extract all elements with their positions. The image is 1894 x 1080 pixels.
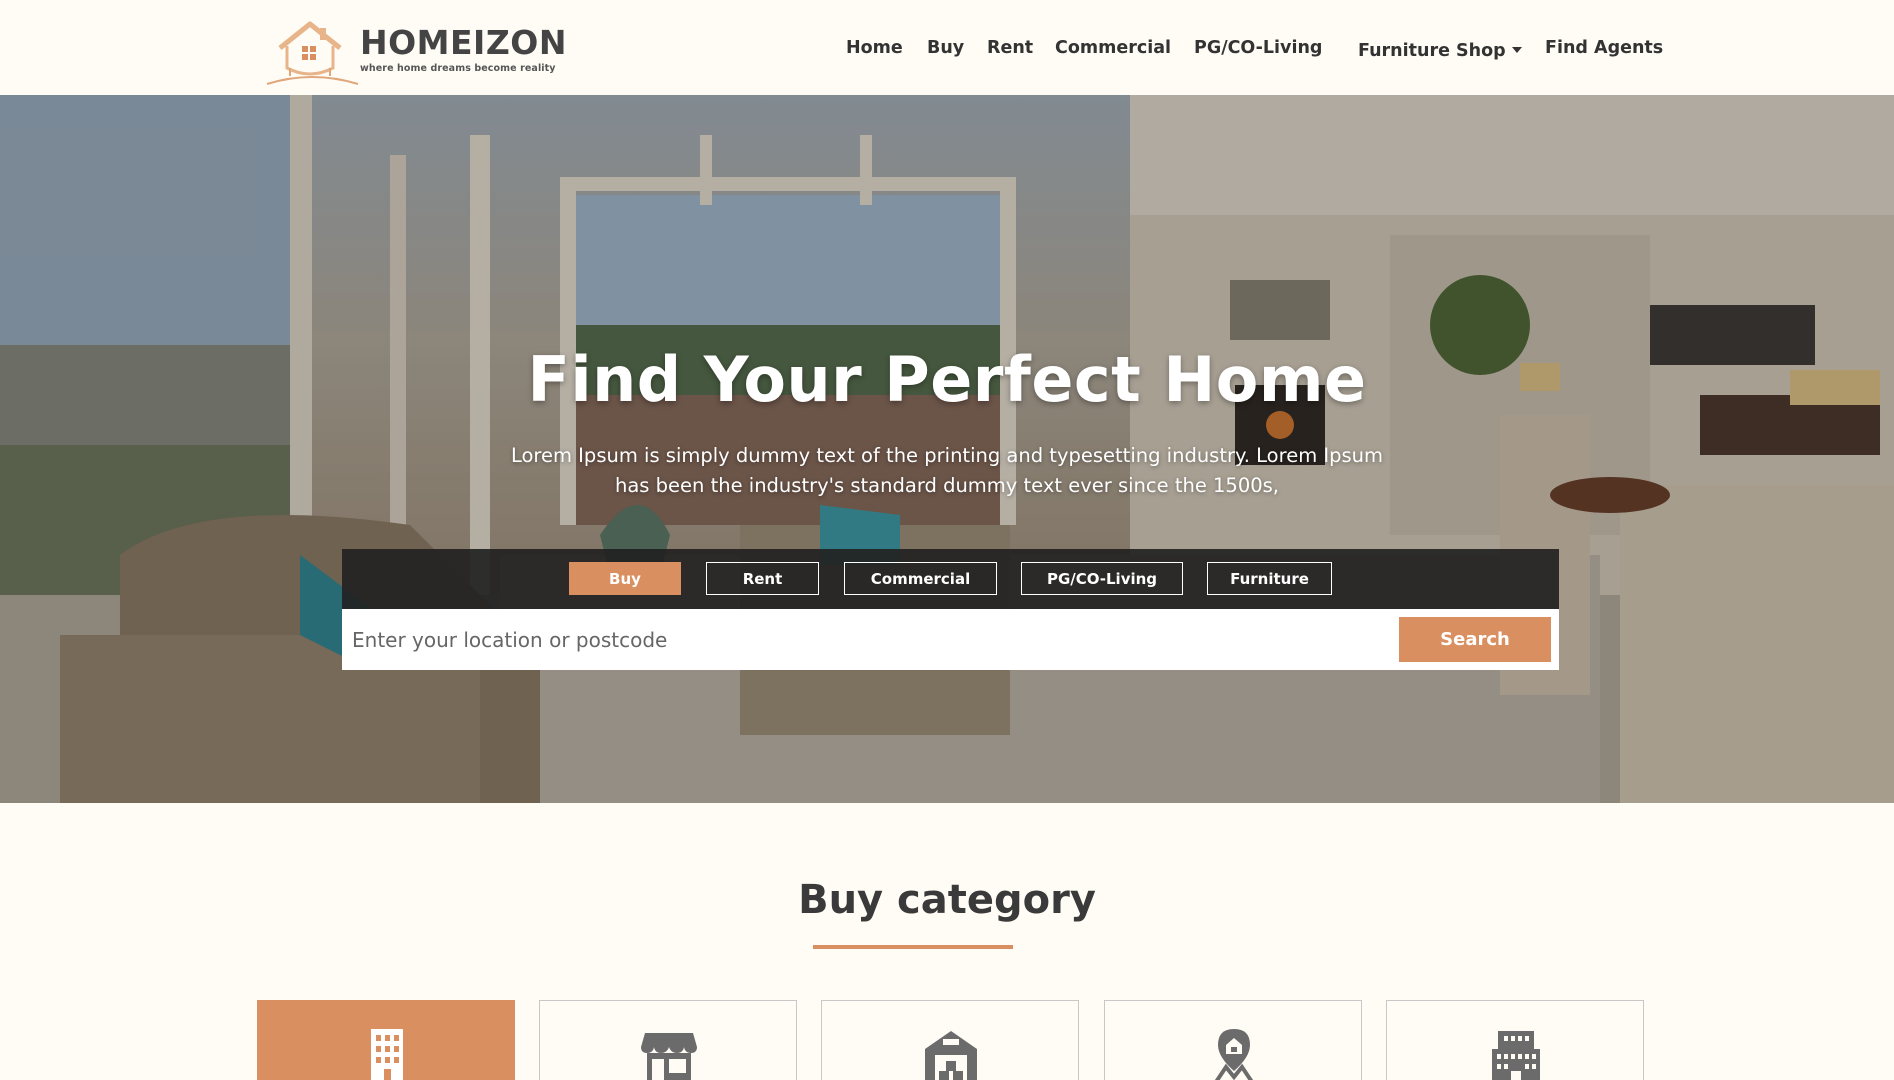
apartment-building-icon: [371, 1029, 403, 1080]
nav-commercial[interactable]: Commercial: [1055, 38, 1171, 58]
nav-furniture-shop-dropdown[interactable]: Furniture Shop: [1358, 41, 1522, 61]
nav-find-agents[interactable]: Find Agents: [1545, 38, 1663, 58]
warehouse-icon: [925, 1031, 977, 1080]
office-building-icon: [1492, 1031, 1540, 1080]
title-underline: [813, 945, 1013, 949]
nav-home[interactable]: Home: [846, 38, 903, 58]
tab-commercial[interactable]: Commercial: [844, 562, 997, 595]
location-pin-house-icon: [1214, 1029, 1254, 1080]
nav-rent[interactable]: Rent: [987, 38, 1033, 58]
search-bar: Search: [342, 609, 1559, 670]
brand-logo[interactable]: HOMEIZON where home dreams become realit…: [262, 18, 566, 88]
search-button[interactable]: Search: [1399, 617, 1551, 662]
location-search-input[interactable]: [352, 617, 1352, 662]
section-title: Buy category: [798, 877, 1096, 923]
tab-rent[interactable]: Rent: [706, 562, 819, 595]
category-card-plot[interactable]: [1104, 1000, 1362, 1080]
brand-name: HOMEIZON: [360, 23, 567, 62]
category-card-office[interactable]: [1386, 1000, 1644, 1080]
hero-subtitle: Lorem Ipsum is simply dummy text of the …: [510, 444, 1384, 497]
nav-buy[interactable]: Buy: [927, 38, 964, 58]
tab-furniture[interactable]: Furniture: [1207, 562, 1332, 595]
shop-storefront-icon: [641, 1033, 697, 1080]
hero-title: Find Your Perfect Home: [527, 343, 1367, 416]
category-card-shop[interactable]: [539, 1000, 797, 1080]
category-card-warehouse[interactable]: [821, 1000, 1079, 1080]
house-logo-icon: [262, 18, 360, 88]
category-card-apartment[interactable]: [257, 1000, 515, 1080]
nav-pg-co-living[interactable]: PG/CO-Living: [1194, 38, 1322, 58]
caret-down-icon: [1511, 47, 1522, 53]
search-category-tabs: Buy Rent Commercial PG/CO-Living Furnitu…: [342, 549, 1559, 609]
hero-banner: Find Your Perfect Home Lorem Ipsum is si…: [0, 95, 1894, 803]
tab-buy[interactable]: Buy: [569, 562, 681, 595]
tab-pg-co-living[interactable]: PG/CO-Living: [1021, 562, 1183, 595]
brand-tagline: where home dreams become reality: [360, 63, 556, 74]
nav-furniture-shop-label: Furniture Shop: [1358, 41, 1506, 61]
site-header: HOMEIZON where home dreams become realit…: [0, 0, 1894, 95]
